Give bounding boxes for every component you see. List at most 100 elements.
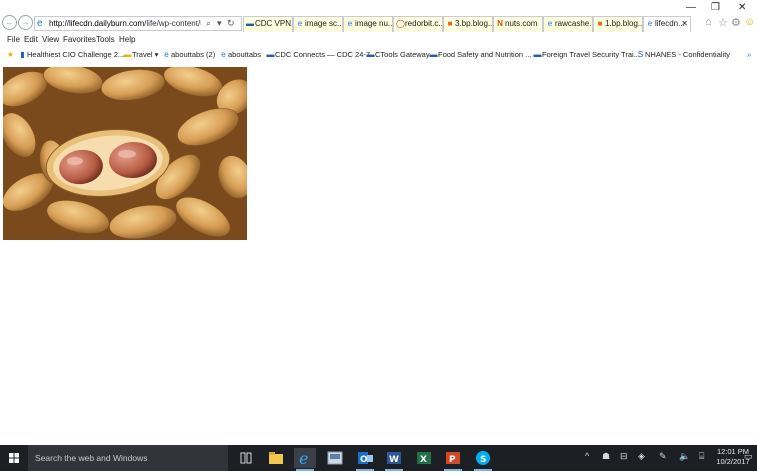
menu-tools[interactable]: Tools — [96, 35, 115, 44]
tab-close-icon[interactable]: ✕ — [681, 17, 688, 31]
favorite-cdc-connects[interactable]: ▬CDC Connects — CDC 24-7 — [266, 50, 371, 59]
tab-label: 1.bp.blog... — [605, 19, 643, 28]
home-icon[interactable]: ⌂ — [705, 16, 712, 28]
restore-icon[interactable]: ❐ — [711, 2, 720, 13]
favorites-bar: ★ ▮ Healthiest CIO Challenge 2... ▬Travel… — [0, 48, 757, 62]
volume-icon[interactable]: 🔈 — [679, 451, 690, 462]
menu-view[interactable]: View — [42, 35, 59, 44]
ie-icon: e — [547, 19, 553, 28]
favorite-label: CDC Connects — CDC 24-7 — [275, 50, 371, 59]
svg-text:O: O — [360, 455, 368, 465]
tab-cdc-vpn[interactable]: ▬CDC VPN... — [243, 16, 293, 32]
favorite-nhanes[interactable]: S NHANES - Confidentiality — [636, 50, 730, 59]
forward-button[interactable]: → — [18, 15, 33, 30]
menu-help[interactable]: Help — [119, 35, 135, 44]
refresh-icon[interactable]: ↻ — [227, 18, 235, 29]
excel-icon[interactable]: X — [413, 448, 435, 468]
favorite-foreign-travel[interactable]: ▬Foreign Travel Security Trai... — [533, 50, 640, 59]
ethernet-icon[interactable]: ⌸ — [699, 451, 704, 462]
search-placeholder: Search the web and Windows — [35, 453, 148, 463]
favorites-overflow-chevron-icon[interactable]: » — [747, 50, 751, 59]
favorite-abouttabs[interactable]: e abouttabs — [219, 50, 261, 59]
network-tray-icon[interactable]: ⊟ — [620, 451, 628, 462]
tab-lifecdn[interactable]: e lifecdn... ✕ — [643, 16, 691, 32]
favorite-label: abouttabs (2) — [171, 50, 216, 59]
tab-label: image sc... — [305, 19, 343, 28]
tab-redorbit[interactable]: ◯redorbit.c... — [393, 16, 443, 32]
computer-icon: ▬ — [246, 19, 254, 28]
browser-titlebar: — ❐ ✕ ← → e http://lifecdn.dailyburn.com… — [0, 0, 757, 33]
minimize-icon[interactable]: — — [686, 2, 696, 13]
peanuts-image — [3, 67, 247, 240]
ie-icon: e — [297, 19, 303, 28]
favorite-ctools-gateway[interactable]: ▬CTools Gateway — [366, 50, 430, 59]
back-button[interactable]: ← — [2, 15, 17, 30]
menu-favorites[interactable]: Favorites — [63, 35, 96, 44]
menu-edit[interactable]: Edit — [24, 35, 38, 44]
computer-icon: ▬ — [429, 50, 438, 59]
blogger-icon: ■ — [597, 19, 603, 28]
user-tray-icon[interactable]: ☗ — [602, 451, 610, 462]
internet-explorer-taskbar-icon[interactable]: e — [294, 448, 316, 471]
tab-image-nu[interactable]: e image nu... — [343, 16, 393, 32]
favorites-star-add-icon[interactable]: ★ — [6, 50, 15, 59]
address-bar[interactable]: e http://lifecdn.dailyburn.com/life/wp-c… — [34, 16, 242, 31]
svg-text:e: e — [299, 449, 308, 468]
favorite-food-safety[interactable]: ▬Food Safety and Nutrition ... — [429, 50, 532, 59]
file-explorer-icon[interactable] — [265, 448, 287, 468]
outlook-icon[interactable]: O — [354, 448, 376, 471]
tab-3bp-blog[interactable]: ■ 3.bp.blog... — [443, 16, 493, 32]
url-path: /life/wp-content/upload... — [144, 19, 201, 28]
app-taskbar-icon[interactable] — [324, 448, 346, 468]
notifications-icon[interactable]: ▭ — [744, 451, 753, 462]
tab-label: CDC VPN... — [255, 19, 292, 28]
search-icon[interactable]: ⌕ — [206, 18, 211, 29]
computer-icon: ▬ — [533, 50, 542, 59]
address-url[interactable]: http://lifecdn.dailyburn.com/life/wp-con… — [49, 19, 201, 28]
favorite-label: NHANES - Confidentiality — [645, 50, 731, 59]
nuts-icon: N — [497, 19, 503, 28]
skype-icon[interactable]: S — [472, 448, 494, 471]
tab-image-sc[interactable]: e image sc... — [293, 16, 343, 32]
tab-nuts-com[interactable]: Nnuts.com — [493, 16, 543, 32]
redorbit-icon: ◯ — [396, 19, 405, 28]
gear-icon[interactable]: ⚙ — [731, 16, 741, 29]
smiley-feedback-icon[interactable]: ☺ — [744, 16, 755, 28]
word-icon[interactable]: W — [383, 448, 405, 471]
tab-label: redorbit.c... — [405, 19, 443, 28]
favorite-label: Food Safety and Nutrition ... — [438, 50, 532, 59]
menu-file[interactable]: File — [7, 35, 20, 44]
svg-text:S: S — [480, 455, 486, 465]
windows-logo-icon — [9, 453, 19, 463]
favorite-abouttabs-2[interactable]: e abouttabs (2) — [162, 50, 215, 59]
svg-text:X: X — [420, 455, 427, 465]
tab-rawcashe[interactable]: e rawcashe... — [543, 16, 593, 32]
computer-icon: ▬ — [366, 50, 375, 59]
sharepoint-icon: S — [637, 50, 644, 59]
tab-label: nuts.com — [505, 19, 538, 28]
ie-icon: e — [37, 18, 43, 29]
menu-bar: File Edit View Favorites Tools Help — [0, 34, 757, 47]
svg-text:W: W — [389, 455, 399, 465]
dropdown-icon[interactable]: ▾ — [217, 18, 222, 29]
app-tray-icon[interactable]: ◈ — [638, 451, 645, 462]
tab-label: image nu... — [355, 19, 393, 28]
ie-icon: e — [647, 19, 653, 28]
taskbar-search-box[interactable]: Search the web and Windows — [28, 445, 228, 471]
pen-tray-icon[interactable]: ✎ — [659, 451, 667, 462]
page-content — [0, 63, 757, 445]
ie-icon: e — [164, 50, 169, 59]
powerpoint-icon[interactable]: P — [442, 448, 464, 471]
favorite-healthiest-cio[interactable]: ▮ Healthiest CIO Challenge 2... — [18, 50, 124, 59]
favorite-label: abouttabs — [228, 50, 261, 59]
favorite-label: CTools Gateway — [375, 50, 430, 59]
close-window-icon[interactable]: ✕ — [738, 2, 746, 13]
favorites-star-icon[interactable]: ☆ — [718, 16, 728, 29]
task-view-icon[interactable] — [235, 448, 257, 468]
ie-icon: e — [347, 19, 353, 28]
favorite-travel-folder[interactable]: ▬Travel ▾ — [123, 50, 159, 59]
tab-1bp-blog[interactable]: ■ 1.bp.blog... — [593, 16, 643, 32]
show-hidden-icons-chevron-icon[interactable]: ^ — [585, 451, 589, 461]
tab-strip: ▬CDC VPN... eimage sc... eimage nu... ◯r… — [243, 16, 693, 32]
start-button[interactable] — [0, 445, 28, 471]
